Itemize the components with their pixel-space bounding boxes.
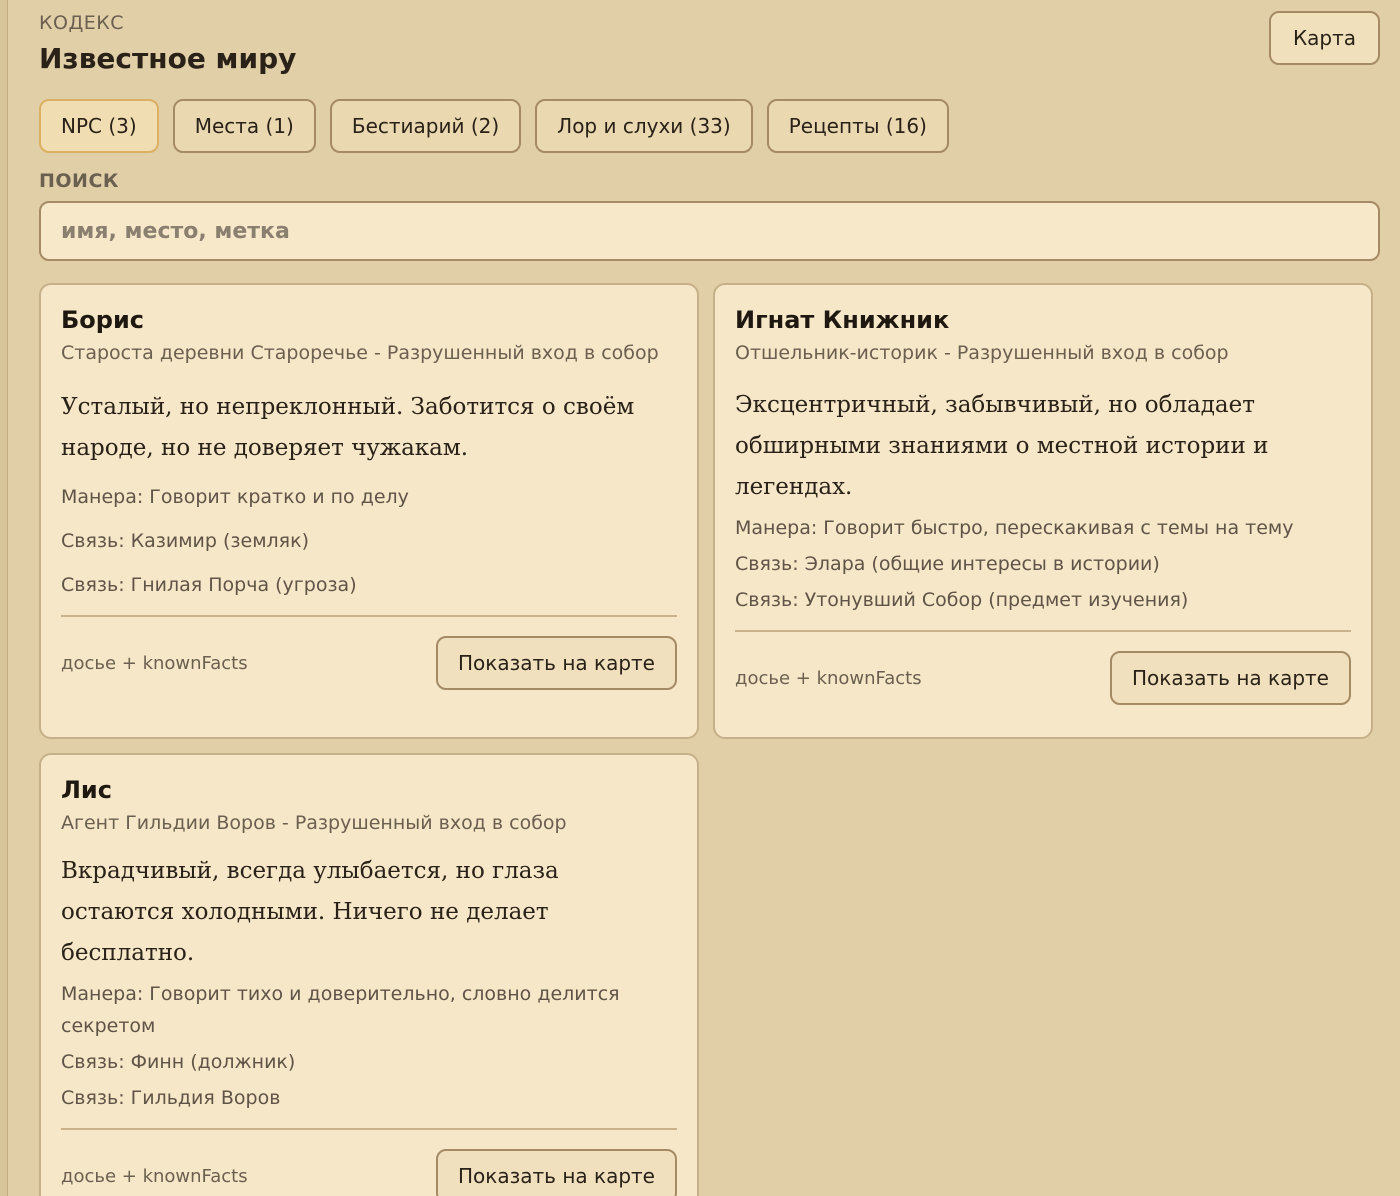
show-on-map-button[interactable]: Показать на карте [1110,651,1351,705]
npc-name: Борис [61,306,145,334]
npc-connection: Связь: Финн (должник) [61,1051,296,1073]
npc-card-ignat: Игнат Книжник Отшельник-историк - Разруш… [713,283,1373,739]
card-divider [61,615,677,617]
npc-connection: Связь: Гильдия Воров [61,1087,281,1109]
npc-description: Вкрадчивый, всегда улыбается, но глаза о… [61,858,559,966]
show-on-map-button[interactable]: Показать на карте [436,1149,677,1196]
show-on-map-button[interactable]: Показать на карте [436,636,677,690]
npc-role-location: Агент Гильдии Воров - Разрушенный вход в… [61,812,567,834]
npc-card-lis: Лис Агент Гильдии Воров - Разрушенный вх… [39,753,699,1196]
left-panel-edge [0,0,8,1196]
card-divider [735,630,1351,632]
npc-name: Игнат Книжник [735,306,950,334]
tab-npc[interactable]: NPC (3) [39,99,159,153]
map-button[interactable]: Карта [1268,11,1380,65]
section-eyebrow: КОДЕКС [39,12,125,34]
npc-source-meta: досье + knownFacts [61,1165,248,1187]
tab-lore-rumors[interactable]: Лор и слухи (33) [535,99,753,153]
tab-bestiary[interactable]: Бестиарий (2) [329,99,522,153]
page-title: Известное миру [39,42,297,75]
npc-description: Эксцентричный, забывчивый, но обладает о… [735,392,1269,500]
card-footer: досье + knownFacts Показать на карте [735,651,1351,705]
npc-description: Усталый, но непреклонный. Заботится о св… [61,394,635,461]
codex-header: КОДЕКС Известное миру Карта [39,0,1380,99]
npc-manner: Манера: Говорит тихо и доверительно, сло… [61,983,620,1037]
npc-manner: Манера: Говорит быстро, перескакивая с т… [735,517,1294,539]
npc-connection: Связь: Гнилая Порча (угроза) [61,574,357,596]
npc-connection: Связь: Элара (общие интересы в истории) [735,553,1160,575]
search-label: ПОИСК [39,170,119,192]
npc-name: Лис [61,776,112,804]
search-input[interactable] [39,201,1380,261]
npc-source-meta: досье + knownFacts [735,667,922,689]
card-divider [61,1128,677,1130]
codex-page: КОДЕКС Известное миру Карта NPC (3) Мест… [0,0,1400,1196]
npc-role-location: Староста деревни Староречье - Разрушенны… [61,342,659,364]
npc-manner: Манера: Говорит кратко и по делу [61,486,409,508]
card-footer: досье + knownFacts Показать на карте [61,1149,677,1196]
npc-card-boris: Борис Староста деревни Староречье - Разр… [39,283,699,739]
tab-recipes[interactable]: Рецепты (16) [766,99,949,153]
npc-connection: Связь: Утонувший Собор (предмет изучения… [735,589,1189,611]
npc-connection: Связь: Казимир (земляк) [61,530,310,552]
npc-source-meta: досье + knownFacts [61,652,248,674]
card-footer: досье + knownFacts Показать на карте [61,636,677,690]
npc-role-location: Отшельник-историк - Разрушенный вход в с… [735,342,1229,364]
codex-tabs: NPC (3) Места (1) Бестиарий (2) Лор и сл… [39,99,1380,153]
tab-places[interactable]: Места (1) [172,99,316,153]
